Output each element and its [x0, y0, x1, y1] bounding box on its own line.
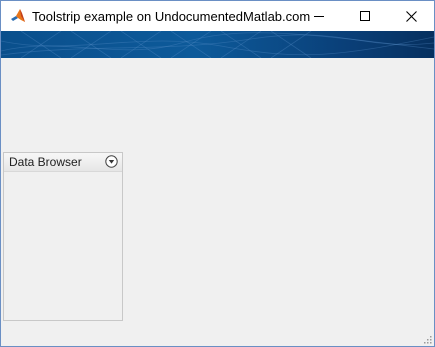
panel-header: Data Browser [4, 153, 122, 172]
maximize-icon [359, 10, 370, 21]
matlab-logo-icon [11, 9, 25, 22]
minimize-button[interactable] [296, 1, 342, 31]
window-title: Toolstrip example on UndocumentedMatlab.… [32, 9, 311, 24]
panel-title: Data Browser [9, 155, 82, 169]
data-browser-panel: Data Browser [3, 152, 123, 321]
banner-pattern [1, 31, 434, 58]
toolstrip-banner [1, 31, 434, 58]
close-button[interactable] [388, 1, 434, 31]
close-icon [405, 10, 417, 22]
resize-grip-icon[interactable] [422, 334, 432, 344]
chevron-down-circle-icon[interactable] [105, 155, 118, 168]
maximize-button[interactable] [342, 1, 388, 31]
minimize-icon [313, 15, 324, 17]
app-window: Toolstrip example on UndocumentedMatlab.… [0, 0, 435, 347]
figure-client-area: Data Browser [1, 58, 434, 346]
title-bar[interactable]: Toolstrip example on UndocumentedMatlab.… [1, 1, 434, 31]
